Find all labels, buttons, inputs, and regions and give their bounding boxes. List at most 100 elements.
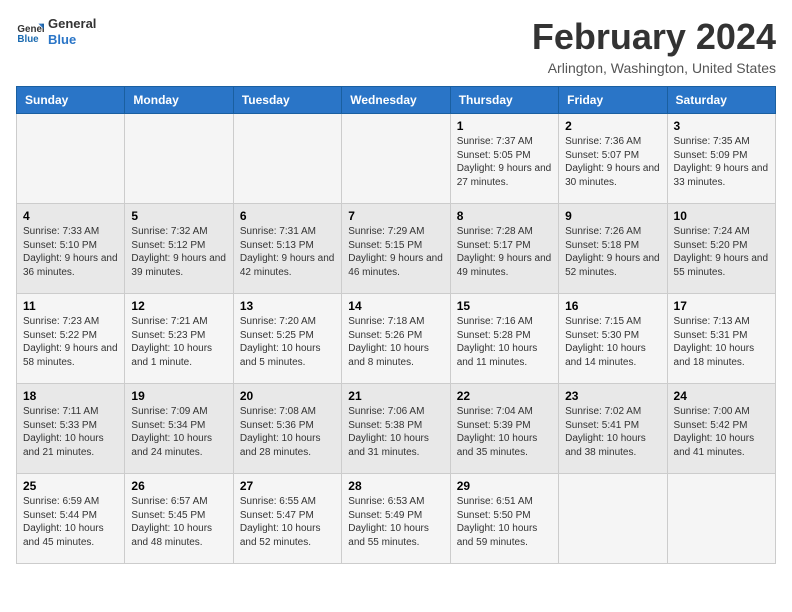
- day-number: 14: [348, 299, 443, 313]
- day-number: 7: [348, 209, 443, 223]
- day-number: 8: [457, 209, 552, 223]
- calendar-cell: 25 Sunrise: 6:59 AMSunset: 5:44 PMDayligh…: [17, 474, 125, 564]
- day-info: Sunrise: 7:33 AMSunset: 5:10 PMDaylight:…: [23, 225, 118, 279]
- calendar-cell: 16Sunrise: 7:15 AMSunset: 5:30 PMDayligh…: [559, 294, 667, 384]
- day-number: 11: [23, 299, 118, 313]
- month-title: February 2024: [532, 16, 776, 58]
- logo-icon: General Blue: [16, 18, 44, 46]
- calendar-cell: 18 Sunrise: 7:11 AMSunset: 5:33 PMDayligh…: [17, 384, 125, 474]
- day-number: 15: [457, 299, 552, 313]
- location-title: Arlington, Washington, United States: [532, 60, 776, 76]
- header-day-sunday: Sunday: [17, 87, 125, 114]
- header-day-monday: Monday: [125, 87, 233, 114]
- calendar-table: SundayMondayTuesdayWednesdayThursdayFrid…: [16, 86, 776, 564]
- day-number: 12: [131, 299, 226, 313]
- calendar-cell: [667, 474, 775, 564]
- day-info: Sunrise: 7:04 AMSunset: 5:39 PMDaylight:…: [457, 405, 552, 459]
- day-number: 5: [131, 209, 226, 223]
- calendar-cell: 9Sunrise: 7:26 AMSunset: 5:18 PMDaylight…: [559, 204, 667, 294]
- calendar-cell: 4 Sunrise: 7:33 AMSunset: 5:10 PMDaylight…: [17, 204, 125, 294]
- calendar-cell: 2Sunrise: 7:36 AMSunset: 5:07 PMDaylight…: [559, 114, 667, 204]
- calendar-cell: 7 Sunrise: 7:29 AMSunset: 5:15 PMDaylight…: [342, 204, 450, 294]
- calendar-cell: 12 Sunrise: 7:21 AMSunset: 5:23 PMDayligh…: [125, 294, 233, 384]
- calendar-cell: 20 Sunrise: 7:08 AMSunset: 5:36 PMDayligh…: [233, 384, 341, 474]
- calendar-week-row: 11 Sunrise: 7:23 AMSunset: 5:22 PMDayligh…: [17, 294, 776, 384]
- calendar-cell: 13 Sunrise: 7:20 AMSunset: 5:25 PMDayligh…: [233, 294, 341, 384]
- day-info: Sunrise: 7:36 AMSunset: 5:07 PMDaylight:…: [565, 135, 660, 189]
- calendar-cell: 27Sunrise: 6:55 AMSunset: 5:47 PMDayligh…: [233, 474, 341, 564]
- calendar-cell: [559, 474, 667, 564]
- calendar-cell: 10Sunrise: 7:24 AMSunset: 5:20 PMDayligh…: [667, 204, 775, 294]
- day-info: Sunrise: 7:06 AMSunset: 5:38 PMDaylight:…: [348, 405, 443, 459]
- calendar-cell: 14 Sunrise: 7:18 AMSunset: 5:26 PMDayligh…: [342, 294, 450, 384]
- calendar-cell: 24Sunrise: 7:00 AMSunset: 5:42 PMDayligh…: [667, 384, 775, 474]
- day-number: 22: [457, 389, 552, 403]
- day-info: Sunrise: 7:18 AMSunset: 5:26 PMDaylight:…: [348, 315, 443, 369]
- calendar-cell: 28 Sunrise: 6:53 AMSunset: 5:49 PMDayligh…: [342, 474, 450, 564]
- day-number: 26: [131, 479, 226, 493]
- calendar-cell: 29 Sunrise: 6:51 AMSunset: 5:50 PMDayligh…: [450, 474, 558, 564]
- day-info: Sunrise: 7:32 AMSunset: 5:12 PMDaylight:…: [131, 225, 226, 279]
- calendar-cell: 5 Sunrise: 7:32 AMSunset: 5:12 PMDaylight…: [125, 204, 233, 294]
- day-info: Sunrise: 7:11 AMSunset: 5:33 PMDaylight:…: [23, 405, 118, 459]
- header-day-tuesday: Tuesday: [233, 87, 341, 114]
- header-day-wednesday: Wednesday: [342, 87, 450, 114]
- day-info: Sunrise: 7:08 AMSunset: 5:36 PMDaylight:…: [240, 405, 335, 459]
- calendar-cell: 17Sunrise: 7:13 AMSunset: 5:31 PMDayligh…: [667, 294, 775, 384]
- calendar-cell: 19 Sunrise: 7:09 AMSunset: 5:34 PMDayligh…: [125, 384, 233, 474]
- day-info: Sunrise: 6:57 AMSunset: 5:45 PMDaylight:…: [131, 495, 226, 549]
- calendar-cell: 8 Sunrise: 7:28 AMSunset: 5:17 PMDaylight…: [450, 204, 558, 294]
- day-info: Sunrise: 7:28 AMSunset: 5:17 PMDaylight:…: [457, 225, 552, 279]
- day-number: 18: [23, 389, 118, 403]
- day-number: 3: [674, 119, 769, 133]
- logo: General Blue General Blue: [16, 16, 96, 47]
- day-info: Sunrise: 7:31 AMSunset: 5:13 PMDaylight:…: [240, 225, 335, 279]
- day-info: Sunrise: 7:09 AMSunset: 5:34 PMDaylight:…: [131, 405, 226, 459]
- day-info: Sunrise: 7:02 AMSunset: 5:41 PMDaylight:…: [565, 405, 660, 459]
- day-number: 16: [565, 299, 660, 313]
- calendar-cell: 6 Sunrise: 7:31 AMSunset: 5:13 PMDaylight…: [233, 204, 341, 294]
- day-info: Sunrise: 7:16 AMSunset: 5:28 PMDaylight:…: [457, 315, 552, 369]
- day-number: 19: [131, 389, 226, 403]
- calendar-week-row: 25 Sunrise: 6:59 AMSunset: 5:44 PMDayligh…: [17, 474, 776, 564]
- day-info: Sunrise: 7:29 AMSunset: 5:15 PMDaylight:…: [348, 225, 443, 279]
- calendar-cell: 23 Sunrise: 7:02 AMSunset: 5:41 PMDayligh…: [559, 384, 667, 474]
- calendar-week-row: 1 Sunrise: 7:37 AMSunset: 5:05 PMDaylight…: [17, 114, 776, 204]
- day-number: 25: [23, 479, 118, 493]
- svg-text:Blue: Blue: [17, 33, 39, 44]
- day-info: Sunrise: 6:53 AMSunset: 5:49 PMDaylight:…: [348, 495, 443, 549]
- calendar-cell: [233, 114, 341, 204]
- title-section: February 2024 Arlington, Washington, Uni…: [532, 16, 776, 76]
- calendar-cell: 26 Sunrise: 6:57 AMSunset: 5:45 PMDayligh…: [125, 474, 233, 564]
- calendar-cell: 15 Sunrise: 7:16 AMSunset: 5:28 PMDayligh…: [450, 294, 558, 384]
- day-number: 24: [674, 389, 769, 403]
- day-info: Sunrise: 7:20 AMSunset: 5:25 PMDaylight:…: [240, 315, 335, 369]
- day-number: 13: [240, 299, 335, 313]
- day-info: Sunrise: 7:23 AMSunset: 5:22 PMDaylight:…: [23, 315, 118, 369]
- day-number: 6: [240, 209, 335, 223]
- day-number: 29: [457, 479, 552, 493]
- day-number: 4: [23, 209, 118, 223]
- calendar-cell: 1 Sunrise: 7:37 AMSunset: 5:05 PMDaylight…: [450, 114, 558, 204]
- day-number: 9: [565, 209, 660, 223]
- day-info: Sunrise: 7:37 AMSunset: 5:05 PMDaylight:…: [457, 135, 552, 189]
- day-number: 20: [240, 389, 335, 403]
- calendar-cell: [342, 114, 450, 204]
- day-number: 1: [457, 119, 552, 133]
- day-info: Sunrise: 6:51 AMSunset: 5:50 PMDaylight:…: [457, 495, 552, 549]
- header: General Blue General Blue February 2024 …: [16, 16, 776, 76]
- calendar-cell: 22 Sunrise: 7:04 AMSunset: 5:39 PMDayligh…: [450, 384, 558, 474]
- calendar-cell: 11 Sunrise: 7:23 AMSunset: 5:22 PMDayligh…: [17, 294, 125, 384]
- logo-line1: General: [48, 16, 96, 32]
- day-number: 28: [348, 479, 443, 493]
- header-day-thursday: Thursday: [450, 87, 558, 114]
- header-day-friday: Friday: [559, 87, 667, 114]
- calendar-cell: [125, 114, 233, 204]
- day-info: Sunrise: 6:59 AMSunset: 5:44 PMDaylight:…: [23, 495, 118, 549]
- day-number: 23: [565, 389, 660, 403]
- day-number: 21: [348, 389, 443, 403]
- day-info: Sunrise: 7:21 AMSunset: 5:23 PMDaylight:…: [131, 315, 226, 369]
- calendar-cell: [17, 114, 125, 204]
- day-info: Sunrise: 7:35 AMSunset: 5:09 PMDaylight:…: [674, 135, 769, 189]
- calendar-header-row: SundayMondayTuesdayWednesdayThursdayFrid…: [17, 87, 776, 114]
